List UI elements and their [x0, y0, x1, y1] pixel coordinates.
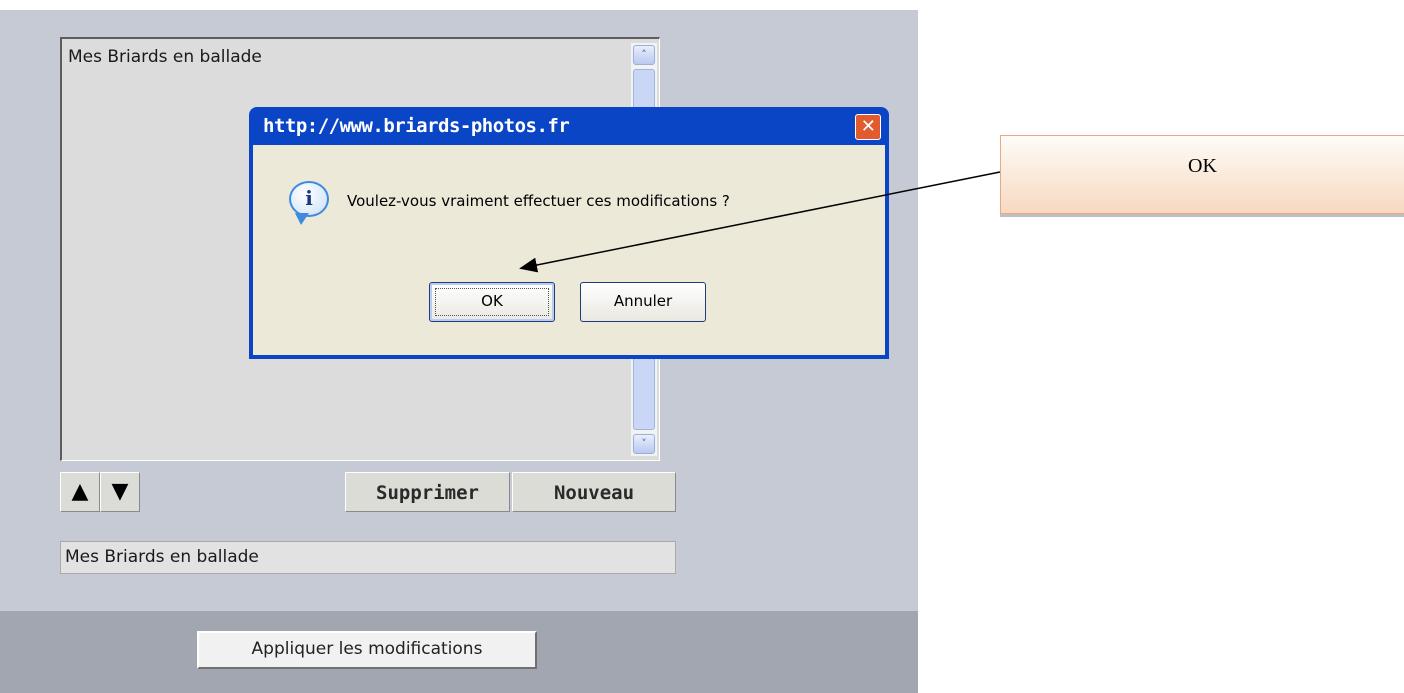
info-icon-tail [295, 213, 309, 225]
info-icon: i [289, 181, 329, 217]
cancel-button[interactable]: Annuler [580, 282, 706, 322]
move-up-button[interactable]: ▲ [60, 472, 100, 512]
annotation-callout: OK [1000, 135, 1404, 214]
dialog-title-bar: http://www.briards-photos.fr ✕ [253, 107, 885, 145]
confirm-dialog: http://www.briards-photos.fr ✕ i Voulez-… [249, 107, 889, 359]
list-item[interactable]: Mes Briards en ballade [68, 47, 262, 67]
close-icon[interactable]: ✕ [855, 114, 881, 140]
dialog-message: Voulez-vous vraiment effectuer ces modif… [347, 192, 730, 210]
move-down-button[interactable]: ▼ [100, 472, 140, 512]
ok-button[interactable]: OK [429, 282, 555, 322]
album-name-field[interactable]: Mes Briards en ballade [60, 541, 676, 574]
scroll-up-button[interactable]: ˄ [633, 45, 655, 65]
ok-focus-ring [435, 288, 549, 316]
apply-changes-button[interactable]: Appliquer les modifications [197, 631, 537, 669]
dialog-title: http://www.briards-photos.fr [263, 115, 570, 137]
new-button[interactable]: Nouveau [512, 472, 676, 512]
dialog-body: i Voulez-vous vraiment effectuer ces mod… [253, 145, 885, 355]
delete-button[interactable]: Supprimer [345, 472, 510, 512]
scroll-down-button[interactable]: ˅ [633, 434, 655, 454]
